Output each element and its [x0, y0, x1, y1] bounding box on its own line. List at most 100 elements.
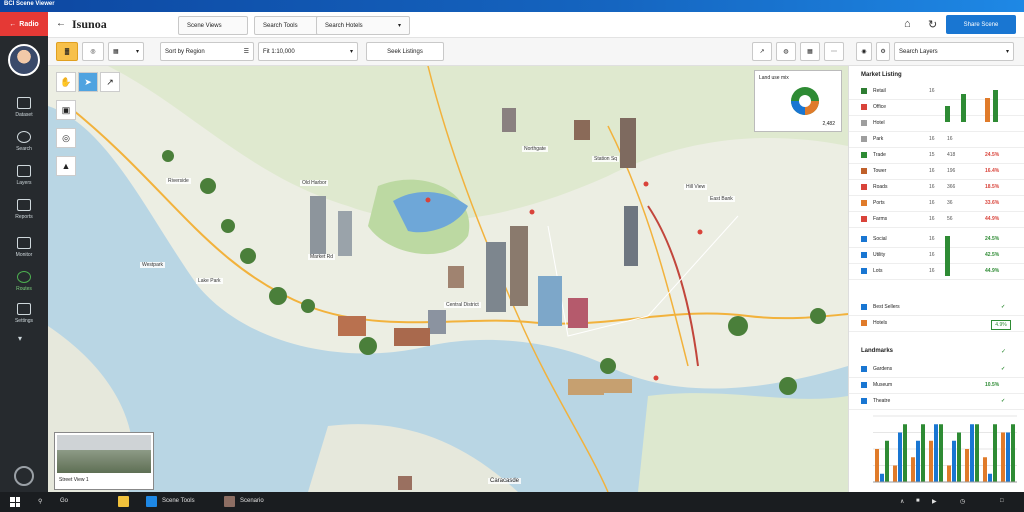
sidebar-item-settings[interactable]: Settings	[0, 296, 48, 330]
camera-button[interactable]: ◎	[82, 42, 104, 61]
list-item[interactable]: Park 16 16	[849, 132, 1024, 148]
row-count: 16	[929, 268, 935, 274]
sidebar-item-monitor[interactable]: Monitor	[0, 230, 48, 264]
refresh-icon[interactable]: ↻	[928, 18, 937, 31]
folder-icon[interactable]	[118, 496, 129, 507]
tab-search-hotels[interactable]: Search Hotels ▾	[316, 16, 410, 35]
brand-button[interactable]: ← Radio	[0, 12, 48, 36]
scale-dropdown[interactable]: Fit 1:10,000 ▾	[258, 42, 358, 61]
table-row[interactable]: Trade 15 418 24.5%	[849, 148, 1024, 164]
grid-dropdown[interactable]: ▦ ▾	[108, 42, 144, 61]
sidebar-item-dataset[interactable]: Dataset	[0, 90, 48, 124]
route-icon	[17, 270, 31, 283]
select-tool[interactable]: ✋	[56, 72, 76, 92]
measure-tool[interactable]: ↗	[100, 72, 120, 92]
tab-scene-views[interactable]: Scene Views	[178, 16, 248, 35]
search-input[interactable]: Search Layers ▾	[894, 42, 1014, 61]
chevron-down-icon: ▾	[349, 49, 353, 55]
settings-icon: ⚙	[880, 49, 886, 55]
taskbar-app-label[interactable]: Scene Tools	[162, 498, 195, 504]
back-arrow-icon[interactable]: ←	[56, 18, 66, 29]
map-label: Market Rd	[308, 254, 336, 260]
table-row[interactable]: Utility 16 42.5%	[849, 248, 1024, 264]
chart-bar	[875, 449, 879, 482]
share-button[interactable]: ↗	[752, 42, 772, 61]
row-name: Tower	[873, 168, 887, 174]
settings-button[interactable]: ⚙	[876, 42, 890, 61]
network-icon[interactable]: ■	[916, 498, 920, 504]
globe-button[interactable]: ◍	[776, 42, 796, 61]
pin-button[interactable]: ◉	[856, 42, 872, 61]
sidebar-item-routes[interactable]: Routes	[0, 264, 48, 298]
street-view-thumbnail[interactable]: Street View 1	[54, 432, 154, 490]
filter-icon: ☰	[243, 49, 249, 55]
map-label: Lake Park	[196, 278, 223, 284]
swatch	[861, 152, 867, 158]
sidebar-item-layers[interactable]: Layers	[0, 158, 48, 192]
table-row[interactable]: Ports 16 36 33.6%	[849, 196, 1024, 212]
sidebar-item-search[interactable]: Search	[0, 124, 48, 158]
map-label: Station Sq	[592, 156, 620, 162]
search-icon[interactable]: ⚲	[38, 498, 42, 505]
row-percent: 42.5%	[985, 252, 1000, 258]
layers-tool[interactable]: ▣	[56, 100, 76, 120]
pointer-tool[interactable]: ➤	[78, 72, 98, 92]
row-name: Utility	[873, 252, 886, 258]
bar-chart-icon: ▓	[64, 48, 70, 55]
more-button[interactable]: ⋯	[824, 42, 844, 61]
app-icon[interactable]	[224, 496, 235, 507]
list-item[interactable]: Gardens ✓	[849, 362, 1024, 378]
list-item[interactable]: Best Sellers ✓	[849, 300, 1024, 316]
chart-view-button[interactable]: ▓	[56, 42, 78, 61]
chart-bar	[939, 424, 943, 482]
home-icon[interactable]: ⌂	[904, 18, 911, 30]
row-value: 16	[947, 136, 953, 142]
camera-tool[interactable]: ◎	[56, 128, 76, 148]
swatch	[861, 398, 867, 404]
inset-footer: 2,482	[822, 121, 835, 127]
list-item[interactable]: Museum 10.5%	[849, 378, 1024, 394]
row-value: 56	[947, 216, 953, 222]
power-icon[interactable]	[14, 466, 34, 486]
volume-icon[interactable]: ▶	[932, 498, 937, 505]
sidebar-item-label: Routes	[16, 285, 32, 292]
listings-button[interactable]: Seek Listings	[366, 42, 444, 61]
inset-chart[interactable]: Land use mix 2,482	[754, 70, 842, 132]
mini-bar	[985, 98, 990, 122]
map-label: Northgate	[522, 146, 548, 152]
list-item[interactable]: Theatre ✓	[849, 394, 1024, 410]
chevron-down-icon[interactable]: ▾	[18, 334, 22, 343]
app-icon[interactable]	[146, 496, 157, 507]
share-scene-button[interactable]: Share Scene	[946, 15, 1016, 34]
table-row[interactable]: Farms 16 56 44.9%	[849, 212, 1024, 228]
section-title: Market Listing	[861, 72, 902, 78]
table-row[interactable]: Roads 16 366 18.5%	[849, 180, 1024, 196]
region-filter[interactable]: Sort by Region ☰	[160, 42, 254, 61]
start-icon[interactable]	[10, 497, 20, 507]
mini-bar	[945, 106, 950, 122]
swatch	[861, 304, 867, 310]
taskbar-search-label[interactable]: Go	[60, 498, 68, 504]
table-row[interactable]: Lots 16 44.9%	[849, 264, 1024, 280]
listings-label: Seek Listings	[387, 48, 423, 55]
marker-tool[interactable]: ▲	[56, 156, 76, 176]
chevron-up-icon[interactable]: ∧	[900, 498, 904, 505]
notification-icon[interactable]: □	[1000, 498, 1004, 504]
measure-icon: ↗	[106, 76, 114, 87]
map-canvas[interactable]: ✋ ➤ ↗ ▣ ◎ ▲ Riverside Westpark Old Harbo…	[48, 66, 848, 492]
row-name: Park	[873, 136, 884, 142]
sidebar-item-label: Dataset	[15, 111, 33, 118]
swatch	[861, 382, 867, 388]
pin-icon: ◉	[861, 49, 867, 55]
street-view-image	[57, 435, 151, 473]
row-name: Museum	[873, 382, 893, 388]
table-row[interactable]: Social 16 24.5%	[849, 232, 1024, 248]
table-button[interactable]: ▦	[800, 42, 820, 61]
taskbar-app-label[interactable]: Scenario	[240, 498, 264, 504]
sidebar-item-reports[interactable]: Reports	[0, 192, 48, 226]
table-row[interactable]: Tower 16 196 16.4%	[849, 164, 1024, 180]
avatar[interactable]	[8, 44, 40, 76]
table-icon: ▦	[807, 49, 813, 55]
row-name: Roads	[873, 184, 888, 190]
chart-bar	[947, 465, 951, 482]
